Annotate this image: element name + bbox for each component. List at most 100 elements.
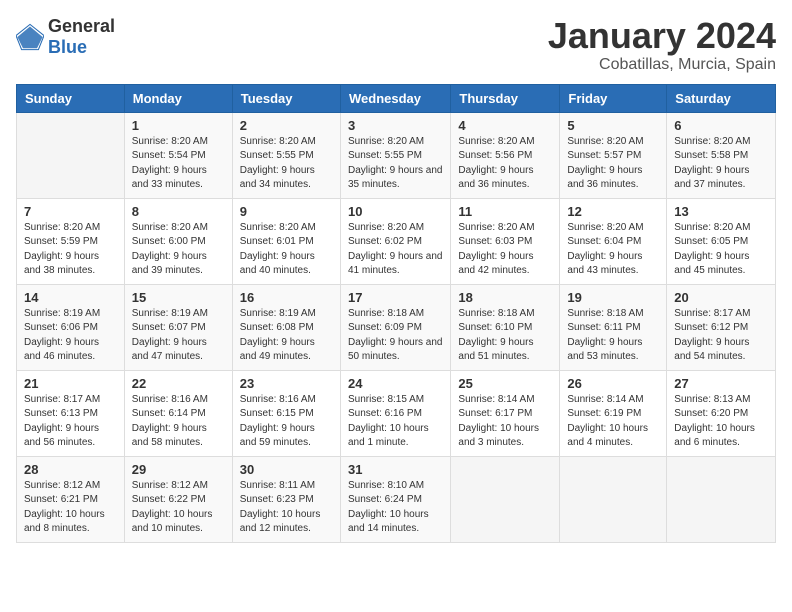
cell-content: Sunrise: 8:10 AMSunset: 6:24 PMDaylight:… (348, 479, 443, 537)
day-number: 10 (348, 204, 443, 219)
calendar-cell: 29 Sunrise: 8:12 AMSunset: 6:22 PMDaylig… (124, 456, 232, 542)
cell-content: Sunrise: 8:20 AMSunset: 6:02 PMDaylight:… (348, 221, 443, 279)
calendar-cell: 26 Sunrise: 8:14 AMSunset: 6:19 PMDaylig… (560, 370, 667, 456)
month-title: January 2024 (548, 16, 776, 56)
day-number: 31 (348, 462, 443, 477)
cell-content: Sunrise: 8:12 AMSunset: 6:21 PMDaylight:… (24, 479, 117, 537)
cell-content: Sunrise: 8:16 AMSunset: 6:14 PMDaylight:… (132, 393, 225, 451)
cell-content: Sunrise: 8:20 AMSunset: 6:00 PMDaylight:… (132, 221, 225, 279)
day-number: 16 (240, 290, 333, 305)
calendar-week-row: 28 Sunrise: 8:12 AMSunset: 6:21 PMDaylig… (17, 456, 776, 542)
cell-content: Sunrise: 8:13 AMSunset: 6:20 PMDaylight:… (674, 393, 768, 451)
day-number: 27 (674, 376, 768, 391)
calendar-cell: 14 Sunrise: 8:19 AMSunset: 6:06 PMDaylig… (17, 284, 125, 370)
calendar-week-row: 21 Sunrise: 8:17 AMSunset: 6:13 PMDaylig… (17, 370, 776, 456)
calendar-table: SundayMondayTuesdayWednesdayThursdayFrid… (16, 84, 776, 543)
logo: General Blue (16, 16, 115, 58)
cell-content: Sunrise: 8:20 AMSunset: 5:58 PMDaylight:… (674, 135, 768, 193)
cell-content: Sunrise: 8:20 AMSunset: 5:59 PMDaylight:… (24, 221, 117, 279)
weekday-header-thursday: Thursday (451, 84, 560, 112)
calendar-cell: 31 Sunrise: 8:10 AMSunset: 6:24 PMDaylig… (340, 456, 450, 542)
location-title: Cobatillas, Murcia, Spain (548, 56, 776, 74)
cell-content: Sunrise: 8:19 AMSunset: 6:08 PMDaylight:… (240, 307, 333, 365)
day-number: 9 (240, 204, 333, 219)
day-number: 20 (674, 290, 768, 305)
day-number: 26 (567, 376, 659, 391)
logo-icon (16, 23, 44, 51)
cell-content: Sunrise: 8:20 AMSunset: 5:55 PMDaylight:… (348, 135, 443, 193)
weekday-header-tuesday: Tuesday (232, 84, 340, 112)
day-number: 3 (348, 118, 443, 133)
day-number: 14 (24, 290, 117, 305)
calendar-cell: 8 Sunrise: 8:20 AMSunset: 6:00 PMDayligh… (124, 198, 232, 284)
day-number: 24 (348, 376, 443, 391)
calendar-cell: 7 Sunrise: 8:20 AMSunset: 5:59 PMDayligh… (17, 198, 125, 284)
day-number: 13 (674, 204, 768, 219)
calendar-cell: 2 Sunrise: 8:20 AMSunset: 5:55 PMDayligh… (232, 112, 340, 198)
day-number: 8 (132, 204, 225, 219)
calendar-cell: 24 Sunrise: 8:15 AMSunset: 6:16 PMDaylig… (340, 370, 450, 456)
logo-blue: Blue (48, 37, 87, 57)
calendar-cell: 5 Sunrise: 8:20 AMSunset: 5:57 PMDayligh… (560, 112, 667, 198)
day-number: 15 (132, 290, 225, 305)
cell-content: Sunrise: 8:20 AMSunset: 5:57 PMDaylight:… (567, 135, 659, 193)
calendar-cell: 15 Sunrise: 8:19 AMSunset: 6:07 PMDaylig… (124, 284, 232, 370)
weekday-header-friday: Friday (560, 84, 667, 112)
weekday-header-wednesday: Wednesday (340, 84, 450, 112)
day-number: 18 (458, 290, 552, 305)
cell-content: Sunrise: 8:17 AMSunset: 6:13 PMDaylight:… (24, 393, 117, 451)
logo-text: General Blue (48, 16, 115, 58)
cell-content: Sunrise: 8:12 AMSunset: 6:22 PMDaylight:… (132, 479, 225, 537)
calendar-cell (17, 112, 125, 198)
day-number: 1 (132, 118, 225, 133)
day-number: 11 (458, 204, 552, 219)
cell-content: Sunrise: 8:14 AMSunset: 6:17 PMDaylight:… (458, 393, 552, 451)
calendar-cell: 30 Sunrise: 8:11 AMSunset: 6:23 PMDaylig… (232, 456, 340, 542)
cell-content: Sunrise: 8:20 AMSunset: 6:01 PMDaylight:… (240, 221, 333, 279)
calendar-cell (667, 456, 776, 542)
weekday-header-row: SundayMondayTuesdayWednesdayThursdayFrid… (17, 84, 776, 112)
calendar-cell: 25 Sunrise: 8:14 AMSunset: 6:17 PMDaylig… (451, 370, 560, 456)
cell-content: Sunrise: 8:11 AMSunset: 6:23 PMDaylight:… (240, 479, 333, 537)
day-number: 7 (24, 204, 117, 219)
day-number: 25 (458, 376, 552, 391)
cell-content: Sunrise: 8:14 AMSunset: 6:19 PMDaylight:… (567, 393, 659, 451)
calendar-cell: 18 Sunrise: 8:18 AMSunset: 6:10 PMDaylig… (451, 284, 560, 370)
page-header: General Blue January 2024 Cobatillas, Mu… (16, 16, 776, 74)
calendar-cell: 19 Sunrise: 8:18 AMSunset: 6:11 PMDaylig… (560, 284, 667, 370)
day-number: 2 (240, 118, 333, 133)
calendar-cell: 23 Sunrise: 8:16 AMSunset: 6:15 PMDaylig… (232, 370, 340, 456)
day-number: 6 (674, 118, 768, 133)
day-number: 4 (458, 118, 552, 133)
cell-content: Sunrise: 8:16 AMSunset: 6:15 PMDaylight:… (240, 393, 333, 451)
calendar-cell: 12 Sunrise: 8:20 AMSunset: 6:04 PMDaylig… (560, 198, 667, 284)
weekday-header-sunday: Sunday (17, 84, 125, 112)
day-number: 30 (240, 462, 333, 477)
day-number: 29 (132, 462, 225, 477)
calendar-cell: 11 Sunrise: 8:20 AMSunset: 6:03 PMDaylig… (451, 198, 560, 284)
calendar-cell: 9 Sunrise: 8:20 AMSunset: 6:01 PMDayligh… (232, 198, 340, 284)
calendar-cell: 21 Sunrise: 8:17 AMSunset: 6:13 PMDaylig… (17, 370, 125, 456)
cell-content: Sunrise: 8:20 AMSunset: 6:03 PMDaylight:… (458, 221, 552, 279)
calendar-cell: 17 Sunrise: 8:18 AMSunset: 6:09 PMDaylig… (340, 284, 450, 370)
day-number: 12 (567, 204, 659, 219)
calendar-cell: 27 Sunrise: 8:13 AMSunset: 6:20 PMDaylig… (667, 370, 776, 456)
cell-content: Sunrise: 8:20 AMSunset: 6:05 PMDaylight:… (674, 221, 768, 279)
cell-content: Sunrise: 8:18 AMSunset: 6:10 PMDaylight:… (458, 307, 552, 365)
weekday-header-monday: Monday (124, 84, 232, 112)
calendar-cell: 3 Sunrise: 8:20 AMSunset: 5:55 PMDayligh… (340, 112, 450, 198)
calendar-cell: 4 Sunrise: 8:20 AMSunset: 5:56 PMDayligh… (451, 112, 560, 198)
calendar-cell: 28 Sunrise: 8:12 AMSunset: 6:21 PMDaylig… (17, 456, 125, 542)
weekday-header-saturday: Saturday (667, 84, 776, 112)
calendar-cell (451, 456, 560, 542)
calendar-cell (560, 456, 667, 542)
calendar-cell: 22 Sunrise: 8:16 AMSunset: 6:14 PMDaylig… (124, 370, 232, 456)
cell-content: Sunrise: 8:18 AMSunset: 6:09 PMDaylight:… (348, 307, 443, 365)
calendar-cell: 6 Sunrise: 8:20 AMSunset: 5:58 PMDayligh… (667, 112, 776, 198)
cell-content: Sunrise: 8:19 AMSunset: 6:07 PMDaylight:… (132, 307, 225, 365)
calendar-cell: 10 Sunrise: 8:20 AMSunset: 6:02 PMDaylig… (340, 198, 450, 284)
title-block: January 2024 Cobatillas, Murcia, Spain (548, 16, 776, 74)
day-number: 28 (24, 462, 117, 477)
calendar-week-row: 7 Sunrise: 8:20 AMSunset: 5:59 PMDayligh… (17, 198, 776, 284)
day-number: 19 (567, 290, 659, 305)
